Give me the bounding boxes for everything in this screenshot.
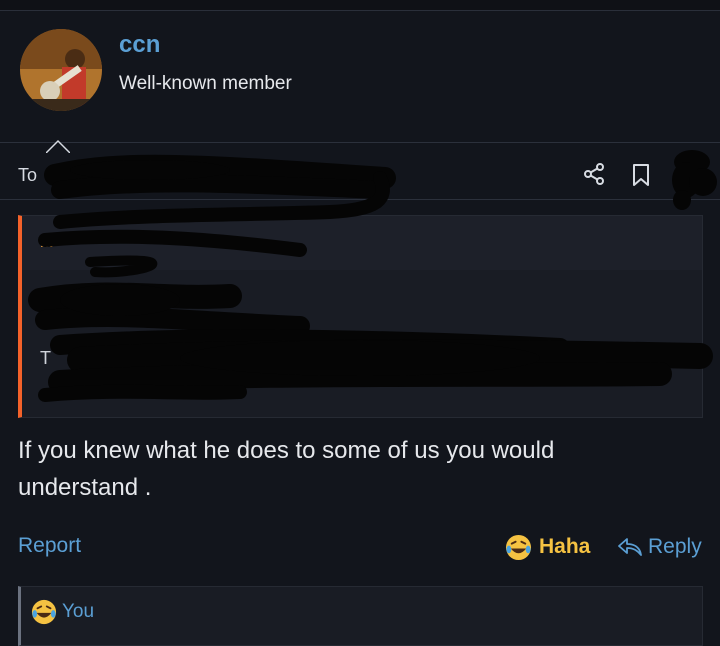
quote-line: T [40,348,51,368]
reply-label: Reply [648,535,702,558]
quoted-message: M C T [18,215,703,418]
post-actions: Report Haha Reply [0,528,720,568]
quote-header[interactable]: M [22,216,702,270]
laughing-emoji-icon [31,599,57,625]
quote-line: C [40,288,53,308]
laughing-emoji-icon [505,534,532,560]
quote-author[interactable]: M [40,234,53,252]
message-attribution-text: To [18,165,38,185]
reactions-users[interactable]: You [62,601,94,623]
avatar-image [20,29,102,111]
avatar[interactable] [20,29,102,111]
reactions-summary[interactable]: You [31,599,94,625]
reaction-button[interactable]: Haha [505,530,590,564]
share-icon[interactable] [582,162,606,186]
message-attribution-bar: To [0,143,720,200]
reactions-bar: You [18,586,703,646]
reaction-label: Haha [539,535,591,558]
reply-button[interactable]: Reply [617,530,702,564]
user-title: Well-known member [119,73,292,94]
reply-arrow-icon [618,538,642,556]
username[interactable]: ccn [119,31,160,59]
bookmark-icon[interactable] [630,163,652,187]
report-link[interactable]: Report [18,534,81,558]
top-strip [0,0,720,11]
author-header: ccn Well-known member [0,11,720,153]
message-body: If you knew what he does to some of us y… [18,437,555,501]
